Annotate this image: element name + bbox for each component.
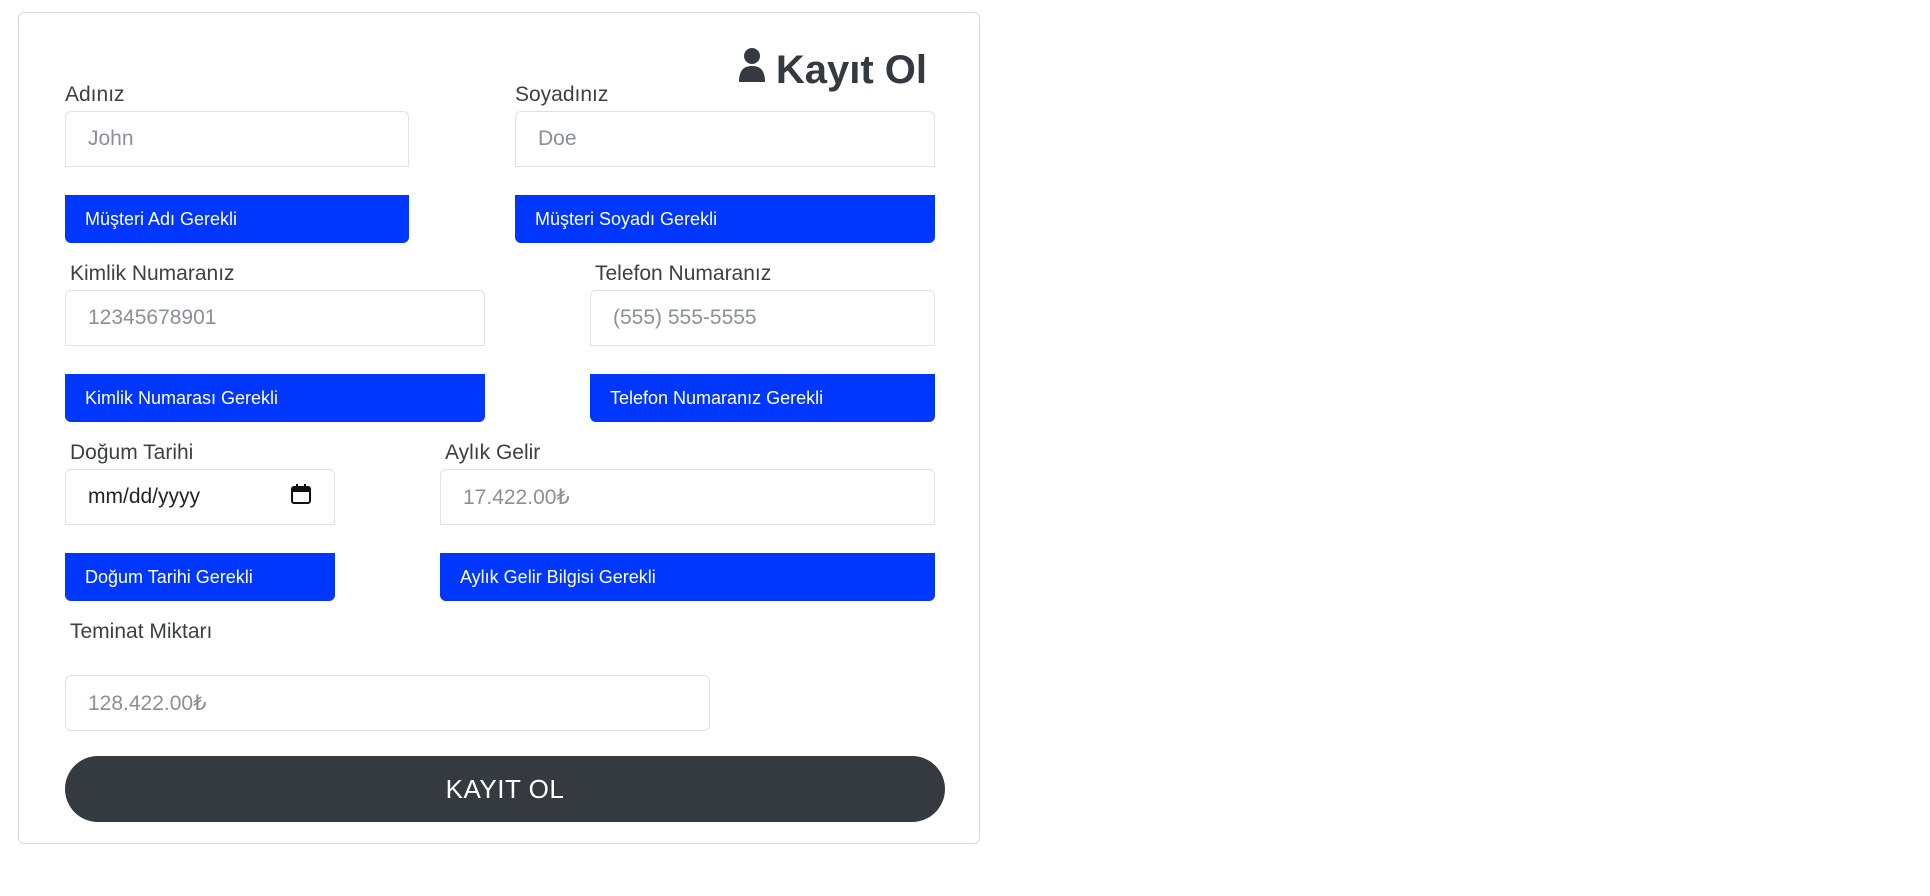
collateral-placeholder: 128.422.00₺ [88,691,207,715]
user-icon [738,47,766,93]
monthly-income-input[interactable]: 17.422.00₺ [440,469,935,525]
last-name-label: Soyadınız [515,83,609,106]
collateral-label: Teminat Miktarı [70,620,213,643]
birth-date-placeholder: mm/dd/yyyy [88,485,201,508]
birth-date-input[interactable]: mm/dd/yyyy [65,469,335,525]
last-name-input[interactable]: Doe [515,111,935,167]
monthly-income-label: Aylık Gelir [445,441,541,464]
last-name-placeholder: Doe [538,127,577,150]
birth-date-error: Doğum Tarihi Gerekli [65,553,335,601]
phone-input[interactable]: (555) 555-5555 [590,290,935,346]
id-number-label: Kimlik Numaranız [70,262,235,285]
monthly-income-placeholder: 17.422.00₺ [463,485,570,509]
first-name-placeholder: John [88,127,134,150]
first-name-label: Adınız [65,83,125,106]
collateral-input[interactable]: 128.422.00₺ [65,675,710,731]
id-number-placeholder: 12345678901 [88,306,217,329]
phone-placeholder: (555) 555-5555 [613,306,757,329]
phone-error: Telefon Numaranız Gerekli [590,374,935,422]
register-card: Kayıt Ol Adınız John Müşteri Adı Gerekli… [18,12,980,844]
form-title: Kayıt Ol [738,47,927,93]
first-name-error: Müşteri Adı Gerekli [65,195,409,243]
birth-date-label: Doğum Tarihi [70,441,194,464]
monthly-income-error: Aylık Gelir Bilgisi Gerekli [440,553,935,601]
last-name-error: Müşteri Soyadı Gerekli [515,195,935,243]
first-name-input[interactable]: John [65,111,409,167]
phone-label: Telefon Numaranız [595,262,772,285]
form-title-text: Kayıt Ol [775,47,927,92]
calendar-icon[interactable] [290,483,312,511]
id-number-input[interactable]: 12345678901 [65,290,485,346]
register-button[interactable]: KAYIT OL [65,756,945,822]
id-number-error: Kimlik Numarası Gerekli [65,374,485,422]
